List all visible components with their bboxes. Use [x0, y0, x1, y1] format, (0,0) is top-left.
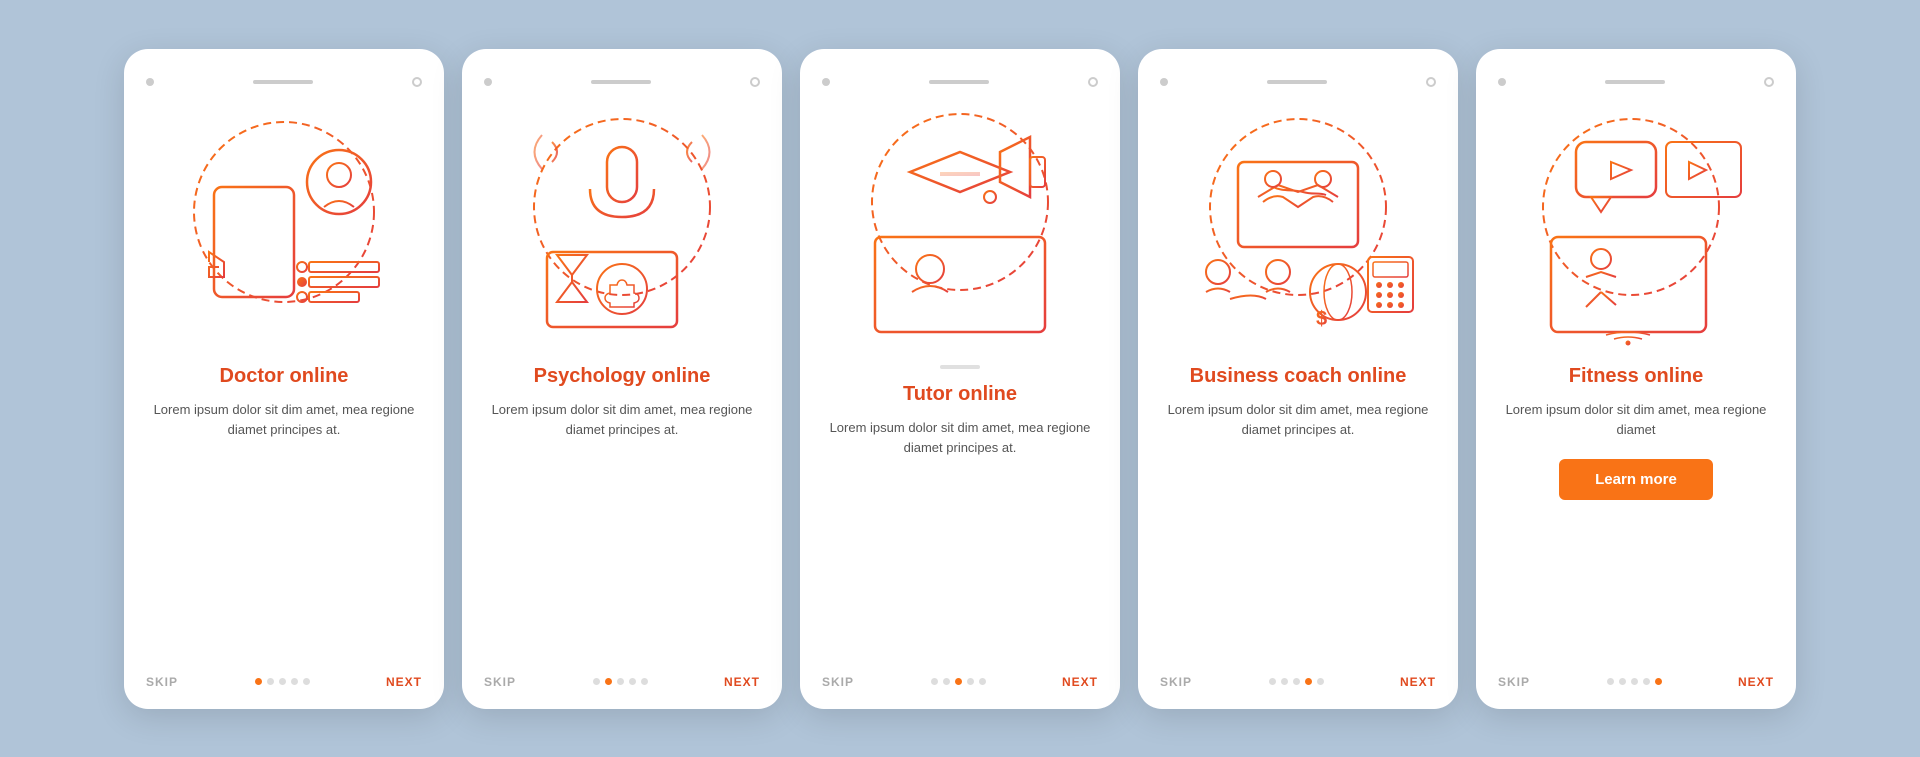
- illustration-tutor: [830, 97, 1090, 357]
- dot-4: [1305, 678, 1312, 685]
- card-5-skip[interactable]: SKIP: [1498, 675, 1530, 689]
- card-3-dots: [931, 678, 986, 685]
- dot-5: [1655, 678, 1662, 685]
- card-3-next[interactable]: NEXT: [1062, 675, 1098, 689]
- svg-text:$: $: [1316, 308, 1327, 330]
- card-3-skip[interactable]: SKIP: [822, 675, 854, 689]
- card-3-text: Lorem ipsum dolor sit dim amet, mea regi…: [822, 418, 1098, 460]
- card-business-coach-online: $ Business coach online Lorem ipsum dolo…: [1138, 49, 1458, 709]
- card-1-title: Doctor online: [220, 365, 349, 388]
- card-3-footer: SKIP NEXT: [822, 667, 1098, 689]
- card-5-footer: SKIP NEXT: [1498, 667, 1774, 689]
- dot-4: [629, 678, 636, 685]
- card-1-skip[interactable]: SKIP: [146, 675, 178, 689]
- dot-1: [1607, 678, 1614, 685]
- dot-2: [1619, 678, 1626, 685]
- status-circle-2: [750, 77, 760, 87]
- dot-2: [267, 678, 274, 685]
- status-line-2: [591, 80, 651, 84]
- illustration-business: $: [1168, 97, 1428, 357]
- dot-3: [617, 678, 624, 685]
- card-psychology-online: Psychology online Lorem ipsum dolor sit …: [462, 49, 782, 709]
- dot-2: [1281, 678, 1288, 685]
- dot-5: [303, 678, 310, 685]
- divider-3: [940, 365, 980, 369]
- card-2-footer: SKIP NEXT: [484, 667, 760, 689]
- status-circle-4: [1426, 77, 1436, 87]
- status-bar-2: [484, 77, 760, 87]
- dot-2: [605, 678, 612, 685]
- card-4-title: Business coach online: [1190, 365, 1407, 388]
- card-5-text: Lorem ipsum dolor sit dim amet, mea regi…: [1498, 400, 1774, 442]
- dot-2: [943, 678, 950, 685]
- dot-3: [1293, 678, 1300, 685]
- card-1-text: Lorem ipsum dolor sit dim amet, mea regi…: [146, 400, 422, 442]
- dot-5: [979, 678, 986, 685]
- dot-4: [967, 678, 974, 685]
- dot-5: [1317, 678, 1324, 685]
- status-line-1: [253, 80, 313, 84]
- card-2-text: Lorem ipsum dolor sit dim amet, mea regi…: [484, 400, 760, 442]
- dot-5: [641, 678, 648, 685]
- card-1-footer: SKIP NEXT: [146, 667, 422, 689]
- card-1-next[interactable]: NEXT: [386, 675, 422, 689]
- status-circle-1: [412, 77, 422, 87]
- dot-3: [1631, 678, 1638, 685]
- status-circle-3: [1088, 77, 1098, 87]
- card-2-next[interactable]: NEXT: [724, 675, 760, 689]
- status-bar-3: [822, 77, 1098, 87]
- illustration-psychology: [492, 97, 752, 357]
- status-dot-5: [1498, 78, 1506, 86]
- status-bar-1: [146, 77, 422, 87]
- dot-4: [1643, 678, 1650, 685]
- status-dot-2: [484, 78, 492, 86]
- card-4-footer: SKIP NEXT: [1160, 667, 1436, 689]
- illustration-doctor: [154, 97, 414, 357]
- card-tutor-online: Tutor online Lorem ipsum dolor sit dim a…: [800, 49, 1120, 709]
- card-1-dots: [255, 678, 310, 685]
- status-bar-5: [1498, 77, 1774, 87]
- card-4-text: Lorem ipsum dolor sit dim amet, mea regi…: [1160, 400, 1436, 442]
- card-5-title: Fitness online: [1569, 365, 1703, 388]
- card-doctor-online: Doctor online Lorem ipsum dolor sit dim …: [124, 49, 444, 709]
- status-line-5: [1605, 80, 1665, 84]
- status-dot-3: [822, 78, 830, 86]
- card-2-title: Psychology online: [534, 365, 711, 388]
- card-2-dots: [593, 678, 648, 685]
- status-circle-5: [1764, 77, 1774, 87]
- dot-1: [931, 678, 938, 685]
- status-bar-4: [1160, 77, 1436, 87]
- card-4-dots: [1269, 678, 1324, 685]
- illustration-fitness: [1506, 97, 1766, 357]
- cards-container: Doctor online Lorem ipsum dolor sit dim …: [84, 19, 1836, 739]
- dot-1: [1269, 678, 1276, 685]
- status-line-4: [1267, 80, 1327, 84]
- card-5-dots: [1607, 678, 1662, 685]
- card-2-skip[interactable]: SKIP: [484, 675, 516, 689]
- status-dot-1: [146, 78, 154, 86]
- dot-1: [255, 678, 262, 685]
- card-4-skip[interactable]: SKIP: [1160, 675, 1192, 689]
- status-line-3: [929, 80, 989, 84]
- dot-3: [955, 678, 962, 685]
- card-fitness-online: Fitness online Lorem ipsum dolor sit dim…: [1476, 49, 1796, 709]
- learn-more-button[interactable]: Learn more: [1559, 459, 1713, 500]
- dot-1: [593, 678, 600, 685]
- card-5-next[interactable]: NEXT: [1738, 675, 1774, 689]
- dot-4: [291, 678, 298, 685]
- card-3-title: Tutor online: [903, 383, 1017, 406]
- card-4-next[interactable]: NEXT: [1400, 675, 1436, 689]
- dot-3: [279, 678, 286, 685]
- status-dot-4: [1160, 78, 1168, 86]
